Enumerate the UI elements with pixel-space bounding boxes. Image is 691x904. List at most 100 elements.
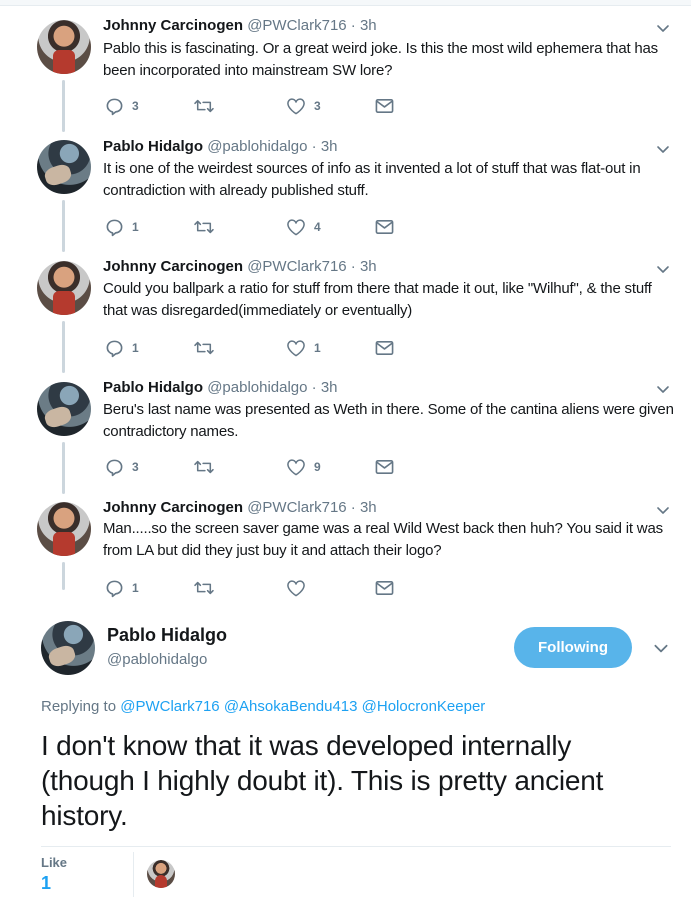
like-button[interactable] [286, 578, 314, 598]
reply-icon [106, 459, 123, 476]
author-name[interactable]: Pablo Hidalgo [103, 138, 203, 155]
like-button[interactable]: 9 [286, 457, 321, 477]
author-handle[interactable]: @pablohidalgo [207, 138, 307, 155]
tweet-text: Beru's last name was presented as Weth i… [103, 401, 674, 440]
following-button[interactable]: Following [514, 627, 632, 668]
likes-count[interactable]: 1 [41, 873, 51, 894]
like-count: 3 [314, 99, 321, 113]
thread-line [62, 321, 65, 373]
chevron-down-icon[interactable] [655, 141, 671, 157]
thread-line [62, 562, 65, 590]
retweet-icon [194, 341, 214, 355]
author-handle[interactable]: @PWClark716 [247, 17, 346, 34]
reply-count: 1 [132, 220, 139, 234]
retweet-button[interactable] [193, 457, 223, 477]
chevron-down-icon[interactable] [655, 261, 671, 277]
tweet-actions: 3 9 [103, 457, 403, 477]
avatar[interactable] [37, 502, 91, 556]
envelope-icon [375, 220, 394, 234]
likes-label[interactable]: Like [41, 855, 67, 870]
avatar[interactable] [41, 621, 95, 675]
retweet-button[interactable] [193, 338, 223, 358]
author-handle[interactable]: @PWClark716 [247, 258, 346, 275]
direct-message-button[interactable] [375, 217, 394, 237]
like-button[interactable]: 4 [286, 217, 321, 237]
author-name[interactable]: Johnny Carcinogen [103, 17, 243, 34]
like-count: 4 [314, 220, 321, 234]
mention-link[interactable]: @PWClark716 [120, 698, 219, 715]
heart-icon [287, 459, 305, 476]
timestamp[interactable]: 3h [360, 258, 377, 275]
reply-button[interactable]: 3 [105, 457, 139, 477]
timestamp[interactable]: 3h [360, 499, 377, 516]
separator-dot: · [350, 258, 356, 275]
timestamp[interactable]: 3h [360, 17, 377, 34]
reply-icon [106, 98, 123, 115]
reply-count: 1 [132, 341, 139, 355]
replying-to: Replying to @PWClark716 @AhsokaBendu413 … [41, 697, 485, 717]
tweet-actions: 1 1 [103, 338, 403, 358]
retweet-button[interactable] [193, 96, 223, 116]
thread-line [62, 442, 65, 494]
like-button[interactable]: 3 [286, 96, 321, 116]
avatar[interactable] [37, 20, 91, 74]
thread-line [62, 200, 65, 252]
reply-button[interactable]: 1 [105, 217, 139, 237]
direct-message-button[interactable] [375, 578, 394, 598]
author-name[interactable]: Johnny Carcinogen [103, 499, 243, 516]
tweet-header: Johnny Carcinogen @PWClark716 · 3h [103, 16, 377, 36]
reply-icon [106, 219, 123, 236]
retweet-button[interactable] [193, 578, 223, 598]
timestamp[interactable]: 3h [321, 379, 338, 396]
heart-icon [287, 98, 305, 115]
mention-link[interactable]: @HolocronKeeper [362, 698, 486, 715]
reply-button[interactable]: 1 [105, 338, 139, 358]
envelope-icon [375, 341, 394, 355]
author-handle[interactable]: @pablohidalgo [107, 650, 207, 670]
retweet-button[interactable] [193, 217, 223, 237]
heart-icon [287, 580, 305, 597]
tweet-text: Man.....so the screen saver game was a r… [103, 520, 663, 559]
chevron-down-icon[interactable] [652, 639, 670, 657]
timestamp[interactable]: 3h [321, 138, 338, 155]
direct-message-button[interactable] [375, 96, 394, 116]
reply-count: 3 [132, 99, 139, 113]
author-name[interactable]: Pablo Hidalgo [103, 379, 203, 396]
author-name[interactable]: Johnny Carcinogen [103, 258, 243, 275]
author-name[interactable]: Pablo Hidalgo [107, 624, 227, 646]
retweet-icon [194, 460, 214, 474]
envelope-icon [375, 99, 394, 113]
reply-button[interactable]: 3 [105, 96, 139, 116]
tweet-actions: 3 3 [103, 96, 403, 116]
retweet-icon [194, 581, 214, 595]
tweet-header: Pablo Hidalgo @pablohidalgo · 3h [103, 137, 338, 157]
reply-button[interactable]: 1 [105, 578, 139, 598]
avatar[interactable] [37, 140, 91, 194]
reply-count: 3 [132, 460, 139, 474]
reply-icon [106, 340, 123, 357]
liker-avatar[interactable] [147, 860, 175, 888]
separator-dot: · [350, 17, 356, 34]
top-divider [0, 0, 691, 6]
separator-dot: · [350, 499, 356, 516]
chevron-down-icon[interactable] [655, 20, 671, 36]
author-handle[interactable]: @pablohidalgo [207, 379, 307, 396]
chevron-down-icon[interactable] [655, 502, 671, 518]
tweet-text: I don't know that it was developed inter… [41, 730, 604, 831]
envelope-icon [375, 460, 394, 474]
envelope-icon [375, 581, 394, 595]
direct-message-button[interactable] [375, 457, 394, 477]
chevron-down-icon[interactable] [655, 381, 671, 397]
reply-icon [106, 580, 123, 597]
like-button[interactable]: 1 [286, 338, 321, 358]
author-handle[interactable]: @PWClark716 [247, 499, 346, 516]
retweet-icon [194, 220, 214, 234]
replying-to-label: Replying to [41, 698, 117, 715]
tweet-stats: Like 1 [41, 846, 671, 898]
direct-message-button[interactable] [375, 338, 394, 358]
mention-link[interactable]: @AhsokaBendu413 [224, 698, 358, 715]
tweet-actions: 1 [103, 578, 403, 598]
avatar[interactable] [37, 382, 91, 436]
avatar[interactable] [37, 261, 91, 315]
retweet-icon [194, 99, 214, 113]
